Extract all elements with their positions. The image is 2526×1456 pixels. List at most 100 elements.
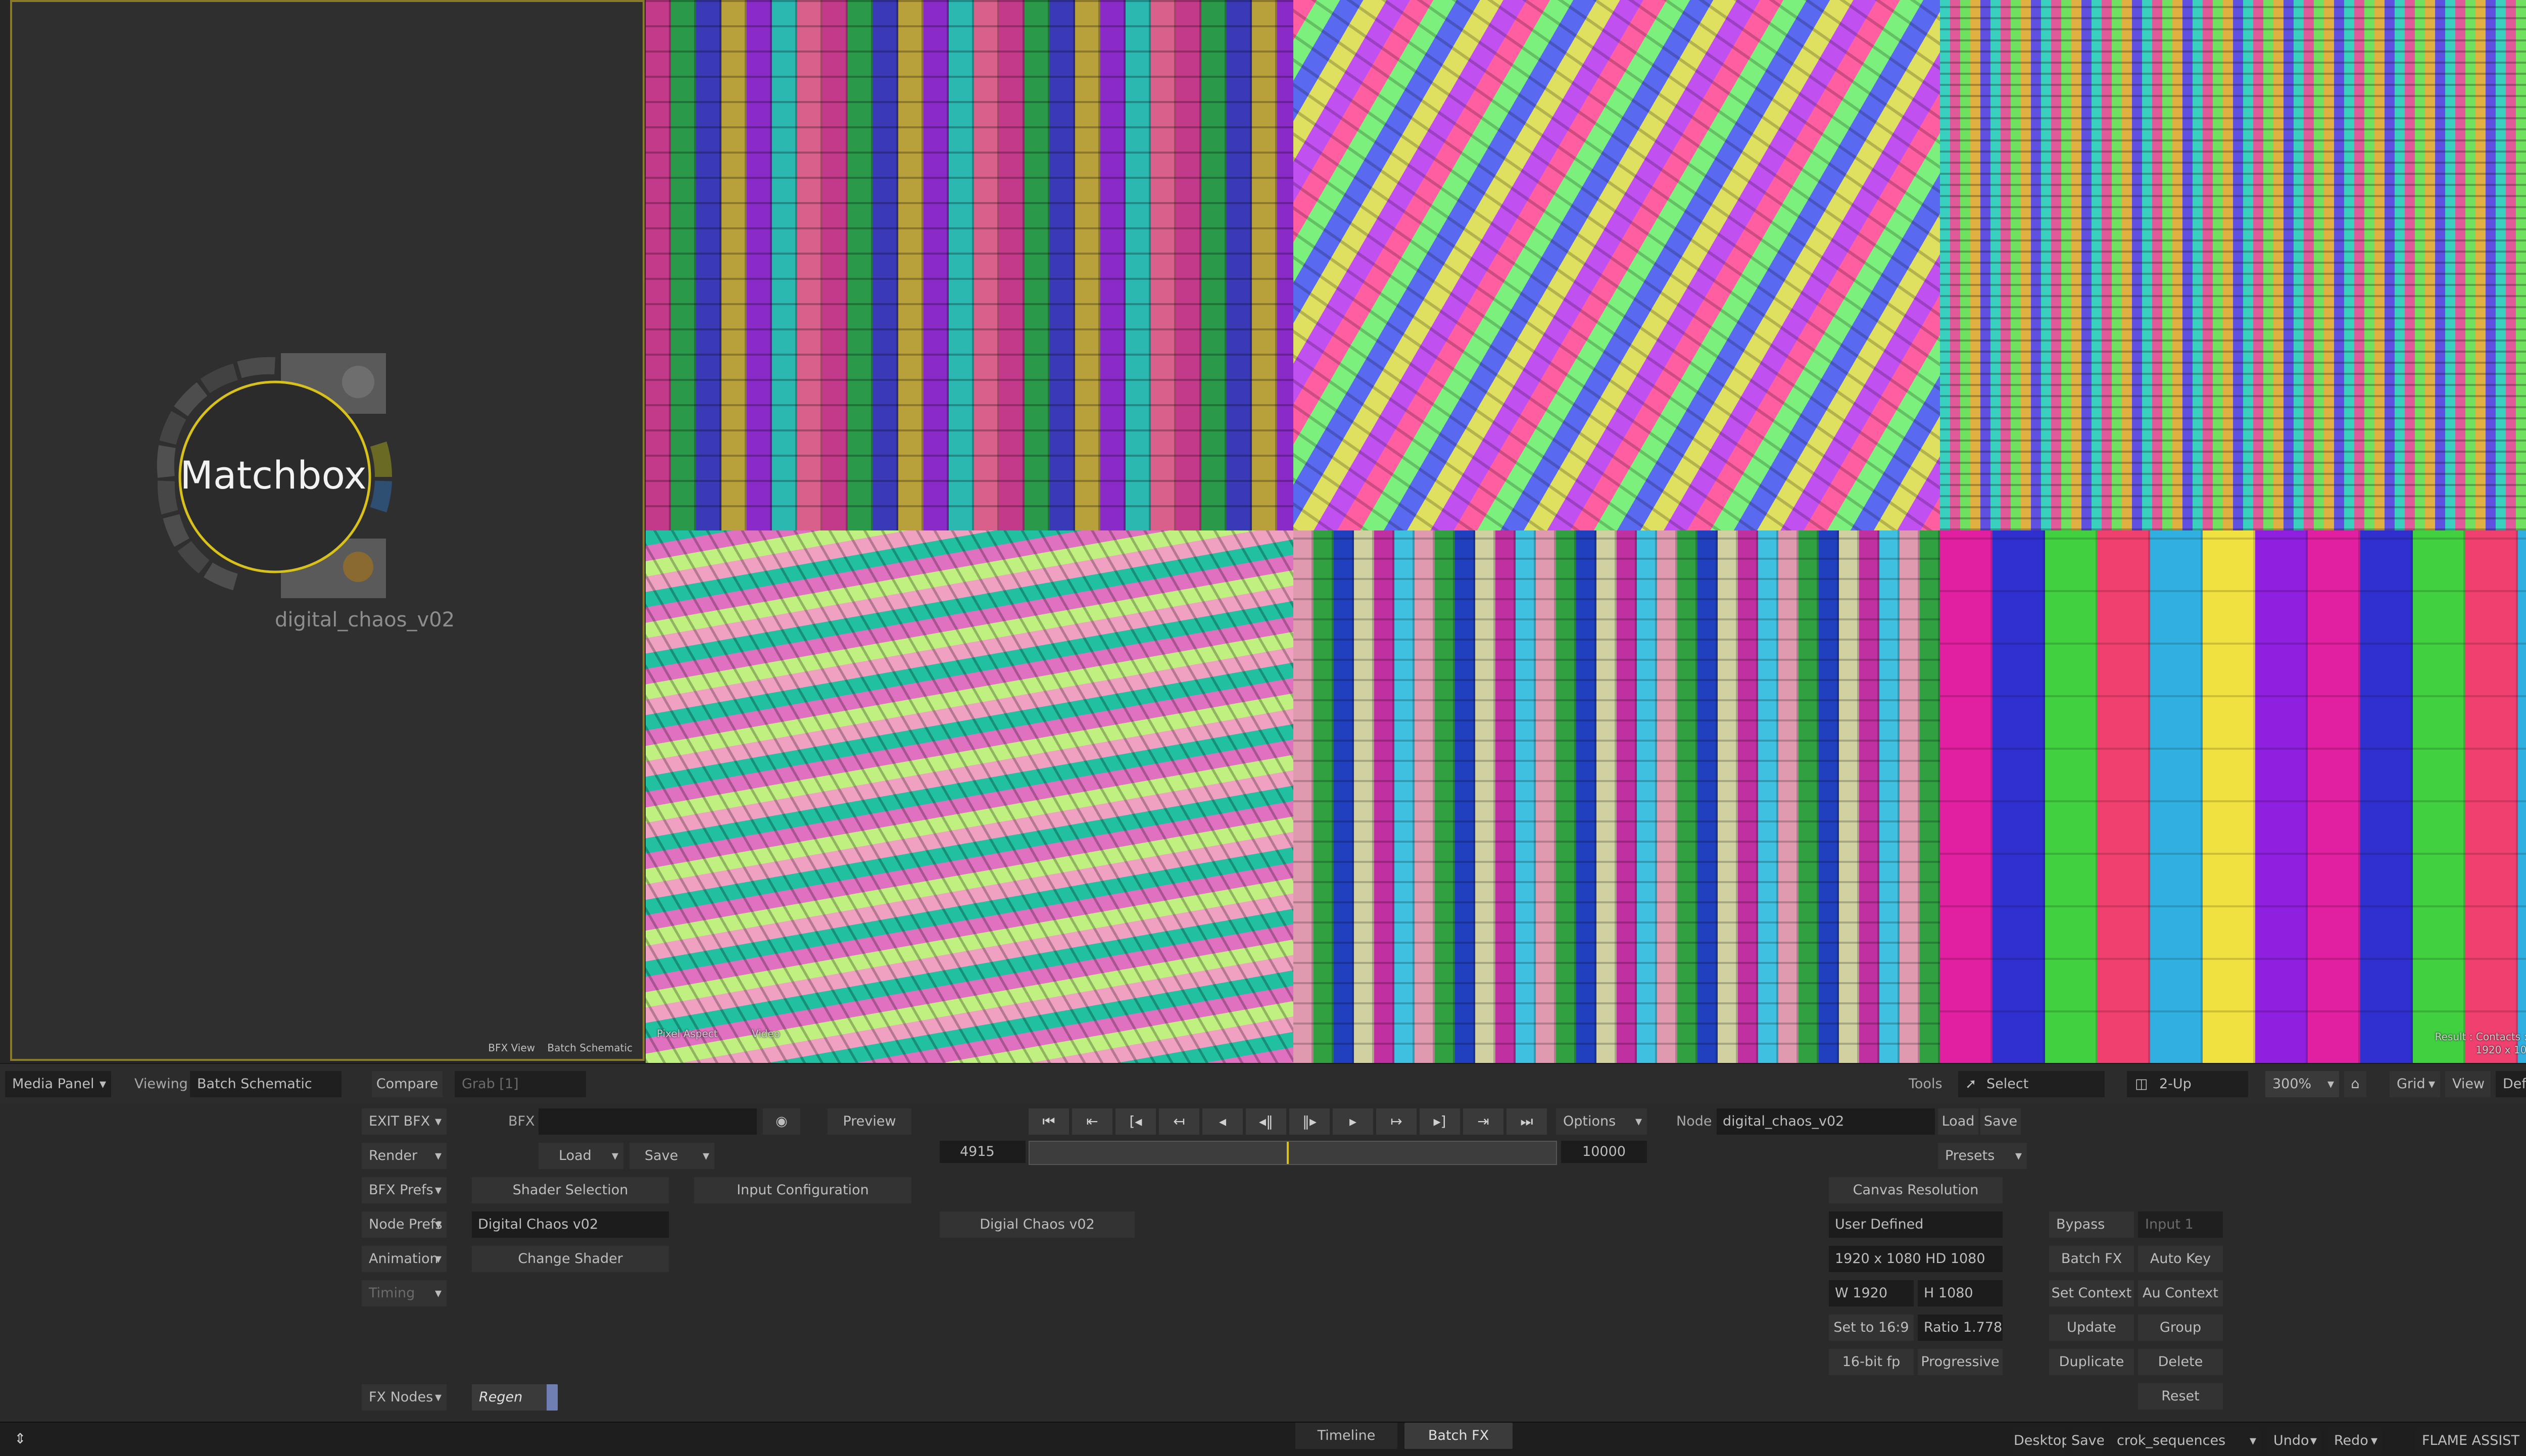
select-tool-dropdown[interactable]: ➚ Select [1958, 1071, 2105, 1097]
next-edit-icon[interactable]: ↦ [1376, 1108, 1417, 1135]
pause-icon[interactable]: ‖▸ [1289, 1108, 1330, 1135]
au-context-button[interactable]: Au Context [2138, 1280, 2223, 1306]
redo-dropdown[interactable]: Redo [2327, 1428, 2383, 1454]
options-dropdown[interactable]: Options [1556, 1108, 1647, 1135]
update-button[interactable]: Update [2049, 1315, 2134, 1341]
auto-key-button[interactable]: Auto Key [2138, 1246, 2223, 1272]
play-icon[interactable]: ▸ [1333, 1108, 1373, 1135]
default-dropdown[interactable]: Default [2496, 1071, 2526, 1097]
end-frame-field[interactable]: 10000 [1561, 1141, 1647, 1163]
desktop-button[interactable]: Desktop [2014, 1428, 2066, 1454]
two-up-dropdown[interactable]: ◫ 2-Up [2127, 1071, 2248, 1097]
load-dropdown[interactable]: Load [539, 1143, 623, 1169]
media-panel-dropdown[interactable]: Media Panel [5, 1071, 111, 1097]
reset-button[interactable]: Reset [2138, 1383, 2223, 1410]
regen-toggle[interactable]: Regen [472, 1384, 558, 1411]
previous-keyframe-icon[interactable]: ⇤ [1072, 1108, 1112, 1135]
viewer-overlay-left-2: Video [752, 1028, 781, 1040]
glitch-tile-3 [1940, 0, 2526, 530]
timing-tab[interactable]: Timing [362, 1280, 447, 1306]
viewing-dropdown[interactable]: Batch Schematic [190, 1071, 342, 1097]
render-dropdown[interactable]: Render [362, 1143, 447, 1169]
tab-batch-fx[interactable]: Batch FX [1404, 1423, 1513, 1449]
bypass-button[interactable]: Bypass [2049, 1211, 2134, 1238]
shader-selection-button[interactable]: Shader Selection [472, 1177, 669, 1203]
next-keyframe-icon[interactable]: ⇥ [1463, 1108, 1503, 1135]
progressive-dropdown[interactable]: Progressive [1918, 1349, 2003, 1375]
save-dropdown[interactable]: Save [629, 1143, 714, 1169]
grab-dropdown[interactable]: Grab [1] [455, 1071, 586, 1097]
step-back-icon[interactable]: ◂ [1202, 1108, 1243, 1135]
viewer-image[interactable]: Pixel Aspect Video Result : Contacts : C… [646, 0, 2526, 1063]
delete-button[interactable]: Delete [2138, 1349, 2223, 1375]
batch-fx-button[interactable]: Batch FX [2049, 1246, 2134, 1272]
batch-schematic-panel[interactable]: Matchbox digital_chaos_v02 BFX View Batc… [10, 0, 645, 1061]
node-prefs-tab[interactable]: Node Prefs [362, 1211, 447, 1238]
go-to-end-icon[interactable]: ⏭ [1507, 1108, 1547, 1135]
schematic-footer: BFX View Batch Schematic [479, 1042, 633, 1054]
batch-schematic-label: Batch Schematic [547, 1042, 633, 1054]
bfx-prefs-tab[interactable]: BFX Prefs [362, 1177, 447, 1203]
home-icon[interactable]: ⌂ [2344, 1071, 2366, 1097]
duplicate-button[interactable]: Duplicate [2049, 1349, 2134, 1375]
preview-button[interactable]: Preview [828, 1108, 911, 1135]
previous-marker-icon[interactable]: [◂ [1115, 1108, 1156, 1135]
ratio-field[interactable]: Ratio 1.778 [1918, 1315, 2003, 1341]
current-frame-field[interactable]: 4915 [940, 1141, 1026, 1163]
viewer-overlay-right-1: Result : Contacts : Context 1 [2435, 1031, 2526, 1043]
glitch-tile-1 [646, 0, 1293, 530]
layout-icon: ◫ [2135, 1076, 2148, 1092]
node-name: digital_chaos_v02 [275, 608, 455, 632]
viewer-overlay-left-1: Pixel Aspect [657, 1028, 718, 1040]
previous-edit-icon[interactable]: ↤ [1159, 1108, 1199, 1135]
shader-name-field[interactable]: Digital Chaos v02 [472, 1211, 669, 1238]
node-load-button[interactable]: Load [1938, 1108, 1978, 1135]
node-name-field[interactable]: digital_chaos_v02 [1717, 1108, 1935, 1135]
node-save-button[interactable]: Save [1980, 1108, 2021, 1135]
view-button[interactable]: View [2445, 1071, 2491, 1097]
bfx-label: BFX [508, 1113, 535, 1129]
project-dropdown[interactable]: crok_sequences [2110, 1428, 2261, 1454]
playhead[interactable] [1287, 1142, 1289, 1164]
expand-icon[interactable]: ⇕ [10, 1426, 30, 1452]
product-menu[interactable]: FLAME ASSIST [2415, 1428, 2526, 1454]
set-context-button[interactable]: Set Context [2049, 1280, 2134, 1306]
input-1-dropdown[interactable]: Input 1 [2138, 1211, 2223, 1238]
animation-tab[interactable]: Animation [362, 1246, 447, 1272]
bfx-view-label: BFX View [488, 1042, 535, 1054]
tab-timeline[interactable]: Timeline [1295, 1423, 1397, 1449]
resolution-dropdown[interactable]: 1920 x 1080 HD 1080 [1829, 1246, 2003, 1272]
width-field[interactable]: W 1920 [1829, 1280, 1914, 1306]
viewing-label: Viewing [134, 1076, 188, 1092]
node-title: Matchbox [180, 453, 367, 498]
viewer-toolbar: Media Panel Viewing Batch Schematic Comp… [0, 1063, 2526, 1104]
exit-bfx-button[interactable]: EXIT BFX [362, 1108, 447, 1135]
resolution-preset-dropdown[interactable]: User Defined [1829, 1211, 2003, 1238]
bit-depth-dropdown[interactable]: 16-bit fp [1829, 1349, 1914, 1375]
bfx-field[interactable] [539, 1108, 757, 1135]
compare-button[interactable]: Compare [372, 1071, 443, 1097]
matchbox-node[interactable]: Matchbox digital_chaos_v02 [149, 351, 455, 632]
input-configuration-button[interactable]: Input Configuration [694, 1177, 911, 1203]
save-button[interactable]: Save [2071, 1428, 2104, 1454]
glitch-tile-4 [646, 530, 1293, 1063]
pointer-icon: ➚ [1965, 1076, 1977, 1092]
presets-dropdown[interactable]: Presets [1938, 1143, 2027, 1169]
change-shader-button[interactable]: Change Shader [472, 1246, 669, 1272]
play-reverse-icon[interactable]: ◂‖ [1246, 1108, 1286, 1135]
zoom-dropdown[interactable]: 300% [2265, 1071, 2339, 1097]
viewer-overlay-right-2: 1920 x 1080 (1.778) [2475, 1044, 2526, 1056]
fx-nodes-tab[interactable]: FX Nodes [362, 1384, 447, 1411]
timeline-scrubber[interactable] [1029, 1141, 1557, 1165]
camera-icon[interactable]: ◉ [763, 1108, 800, 1135]
set-16-9-button[interactable]: Set to 16:9 [1829, 1315, 1914, 1341]
regen-indicator [547, 1384, 558, 1411]
glitch-tile-5 [1293, 530, 1940, 1063]
grid-dropdown[interactable]: Grid [2390, 1071, 2440, 1097]
height-field[interactable]: H 1080 [1918, 1280, 2003, 1306]
tools-label: Tools [1909, 1076, 1942, 1092]
next-marker-icon[interactable]: ▸] [1420, 1108, 1460, 1135]
undo-dropdown[interactable]: Undo [2266, 1428, 2322, 1454]
group-button[interactable]: Group [2138, 1315, 2223, 1341]
go-to-start-icon[interactable]: ⏮ [1029, 1108, 1069, 1135]
